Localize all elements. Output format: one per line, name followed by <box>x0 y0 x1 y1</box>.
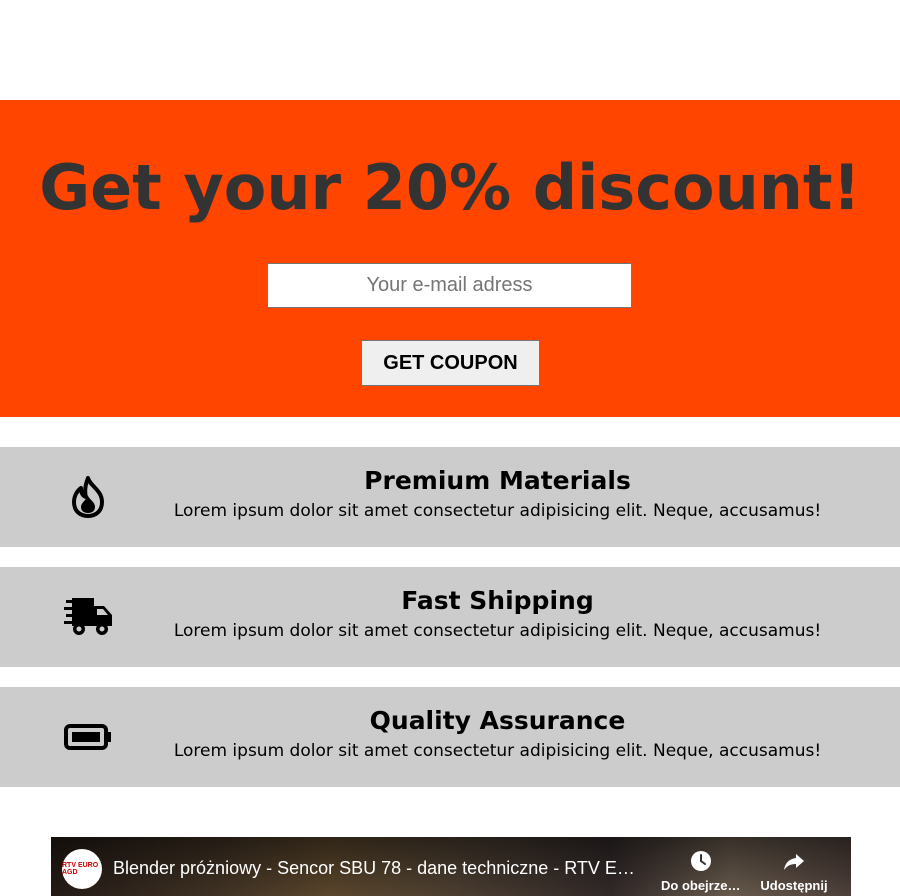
feature-title: Premium Materials <box>364 466 631 495</box>
fire-icon <box>58 472 118 522</box>
clock-icon <box>661 849 741 873</box>
watch-later-label: Do obejrzenia <box>661 878 741 893</box>
feature-title: Fast Shipping <box>401 586 594 615</box>
feature-description: Lorem ipsum dolor sit amet consectetur a… <box>173 501 822 521</box>
feature-premium-materials: Premium Materials Lorem ipsum dolor sit … <box>0 447 900 547</box>
shipping-truck-icon <box>58 592 118 642</box>
feature-quality-assurance: Quality Assurance Lorem ipsum dolor sit … <box>0 687 900 787</box>
feature-title: Quality Assurance <box>369 706 626 735</box>
share-arrow-icon <box>754 849 834 873</box>
feature-fast-shipping: Fast Shipping Lorem ipsum dolor sit amet… <box>0 567 900 667</box>
discount-banner: Get your 20% discount! GET COUPON <box>0 100 900 417</box>
email-input[interactable] <box>267 263 632 308</box>
channel-logo-text: RTV EURO AGD <box>62 862 99 876</box>
embedded-video[interactable]: RTV EURO AGD Blender próżniowy - Sencor … <box>51 837 851 896</box>
battery-full-icon <box>58 712 118 762</box>
feature-description: Lorem ipsum dolor sit amet consectetur a… <box>173 741 822 761</box>
share-button[interactable]: Udostępnij <box>754 849 834 896</box>
channel-avatar[interactable]: RTV EURO AGD <box>62 849 102 889</box>
share-label: Udostępnij <box>760 878 828 893</box>
watch-later-button[interactable]: Do obejrzenia <box>661 849 741 896</box>
discount-headline: Get your 20% discount! <box>39 151 861 224</box>
get-coupon-button[interactable]: GET COUPON <box>361 340 540 386</box>
video-title[interactable]: Blender próżniowy - Sencor SBU 78 - dane… <box>113 858 643 879</box>
feature-description: Lorem ipsum dolor sit amet consectetur a… <box>173 621 822 641</box>
